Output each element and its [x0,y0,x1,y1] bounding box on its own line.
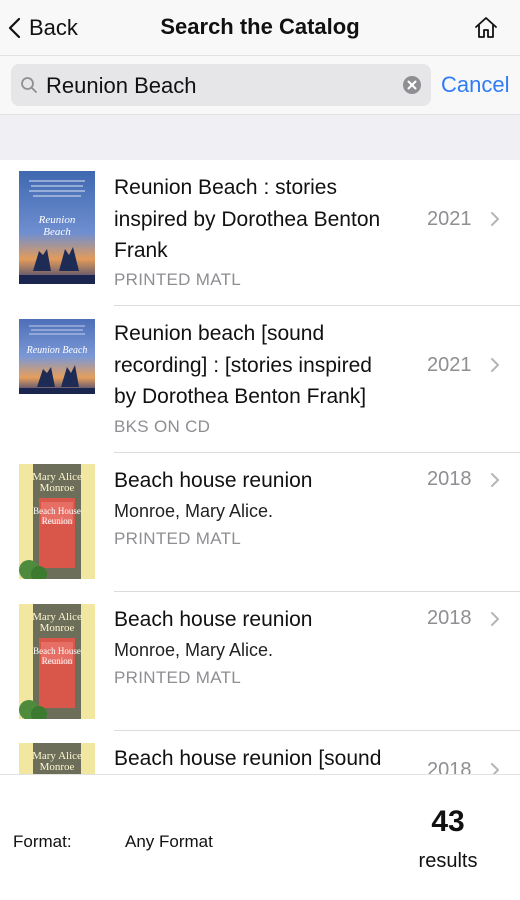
result-year: 2018 [427,607,472,629]
svg-text:Beach House: Beach House [33,506,81,516]
cd-cover: Mary Alice Monroe [19,743,95,774]
result-row[interactable]: Mary Alice Monroe Beach House Reunion Be… [0,453,520,592]
cancel-button[interactable]: Cancel [441,72,509,98]
navigation-bar: Back Search the Catalog [0,0,520,56]
result-format: PRINTED MATL [114,270,242,289]
result-format: PRINTED MATL [114,668,242,687]
svg-text:Reunion: Reunion [42,516,73,526]
result-title: Beach house reunion [114,608,313,631]
result-title: Beach house reunion [114,469,313,492]
result-title: Beach house reunion [sound [114,747,382,770]
chevron-right-icon [491,612,499,626]
chevron-right-icon [491,358,499,372]
svg-text:Reunion: Reunion [38,214,76,226]
search-input[interactable]: Reunion Beach [11,64,431,106]
result-row[interactable]: Mary Alice Monroe Beach House Reunion Be… [0,592,520,731]
result-title: Reunion beach [sound recording] : [stori… [114,322,372,408]
svg-text:Monroe: Monroe [40,482,75,494]
chevron-right-icon [491,473,499,487]
cd-cover: Reunion Beach [19,319,95,394]
chevron-right-icon [491,212,499,226]
section-spacer [0,114,520,160]
svg-text:Beach House: Beach House [33,646,81,656]
result-year: 2021 [427,354,472,376]
svg-text:Reunion: Reunion [42,656,73,666]
result-row[interactable]: Mary Alice Monroe Beach house reunion [s… [0,731,520,774]
home-button[interactable] [472,14,500,42]
result-title: Reunion Beach : stories inspired by Doro… [114,176,381,262]
search-query-text: Reunion Beach [46,73,197,98]
svg-text:Monroe: Monroe [40,761,75,773]
result-author: Monroe, Mary Alice. [114,640,274,660]
format-filter-label: Format: [13,832,72,851]
results-footer: Format: Any Format 43 results [0,774,520,900]
result-row[interactable]: Reunion Beach Reunion beach [sound recor… [0,306,520,453]
format-filter-value[interactable]: Any Format [125,832,213,852]
book-cover: Reunion Beach [19,171,95,284]
svg-text:Beach: Beach [43,226,71,238]
home-icon [475,17,497,38]
result-format: BKS ON CD [114,417,211,436]
clear-icon[interactable] [403,76,421,94]
svg-text:Reunion Beach: Reunion Beach [26,345,88,356]
result-author: Monroe, Mary Alice. [114,501,274,521]
results-count: 43 [431,805,465,838]
result-row[interactable]: Reunion Beach Reunion Beach : stories in… [0,160,520,306]
page-title: Search the Catalog [160,14,360,39]
result-format: PRINTED MATL [114,529,242,548]
result-year: 2018 [427,468,472,490]
results-label: results [418,850,478,872]
chevron-right-icon [491,763,499,774]
result-year: 2021 [427,208,472,230]
book-cover: Mary Alice Monroe Beach House Reunion [19,464,95,579]
svg-text:Monroe: Monroe [40,622,75,634]
search-icon [21,77,37,93]
book-cover: Mary Alice Monroe Beach House Reunion [19,604,95,719]
results-list: Reunion Beach Reunion Beach : stories in… [0,160,520,774]
result-year: 2018 [427,759,472,774]
